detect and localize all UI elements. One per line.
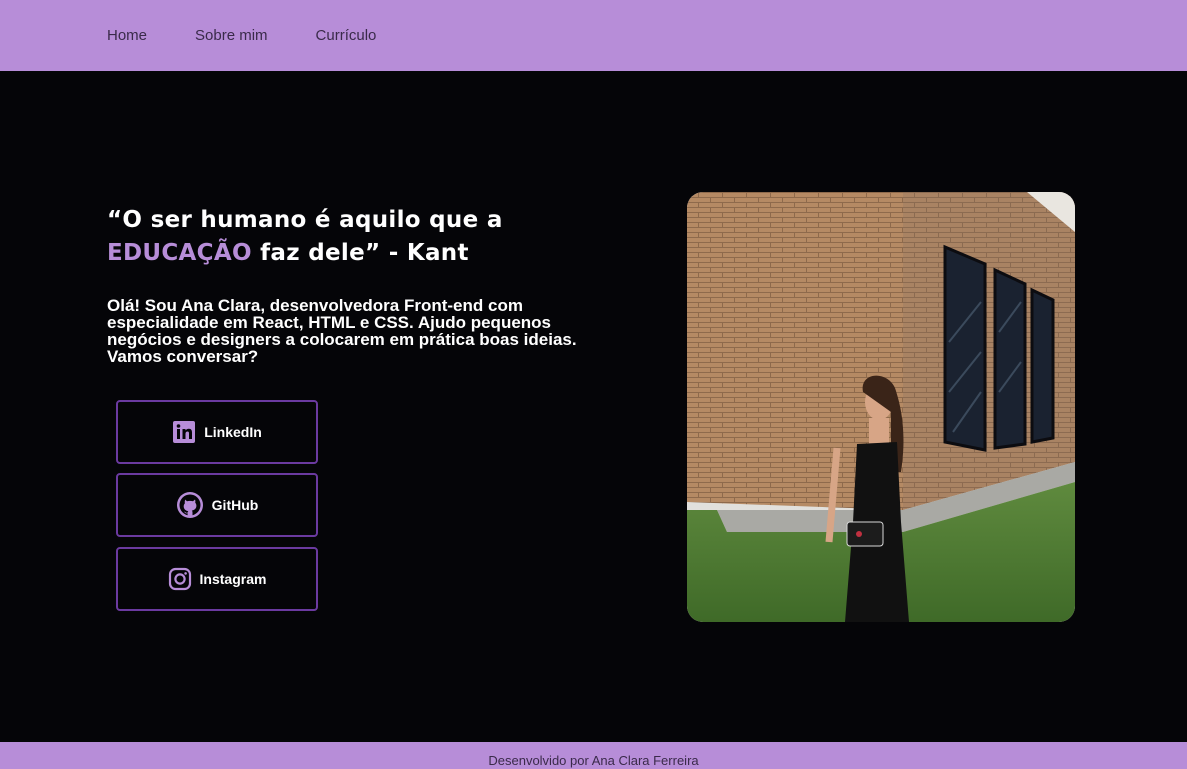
- linkedin-icon: [172, 420, 196, 444]
- nav-link-home[interactable]: Home: [107, 27, 147, 44]
- instagram-label: Instagram: [199, 571, 267, 587]
- github-label: GitHub: [211, 497, 259, 513]
- profile-photo-illustration: [687, 192, 1075, 622]
- footer: Desenvolvido por Ana Clara Ferreira: [0, 742, 1187, 769]
- profile-photo: [687, 192, 1075, 622]
- quote-line-2: faz dele” - Kant: [251, 240, 469, 266]
- quote-accent-word: EDUCAÇÃO: [107, 240, 252, 266]
- linkedin-label: LinkedIn: [204, 424, 262, 440]
- intro-paragraph: Olá! Sou Ana Clara, desenvolvedora Front…: [107, 296, 577, 366]
- nav-link-curriculo[interactable]: Currículo: [316, 27, 377, 44]
- footer-credit: Desenvolvido por Ana Clara Ferreira: [488, 753, 699, 768]
- linkedin-button[interactable]: LinkedIn: [116, 400, 318, 464]
- top-navbar: Home Sobre mim Currículo: [0, 0, 1187, 71]
- instagram-button[interactable]: Instagram: [116, 547, 318, 611]
- github-button[interactable]: GitHub: [116, 473, 318, 537]
- hero-quote: “O ser humano é aquilo que a EDUCAÇÃO fa…: [107, 204, 587, 270]
- instagram-icon: [168, 567, 192, 591]
- nav-link-sobre-mim[interactable]: Sobre mim: [195, 27, 268, 44]
- quote-line-1: “O ser humano é aquilo que a: [107, 207, 503, 233]
- github-icon: [176, 491, 204, 519]
